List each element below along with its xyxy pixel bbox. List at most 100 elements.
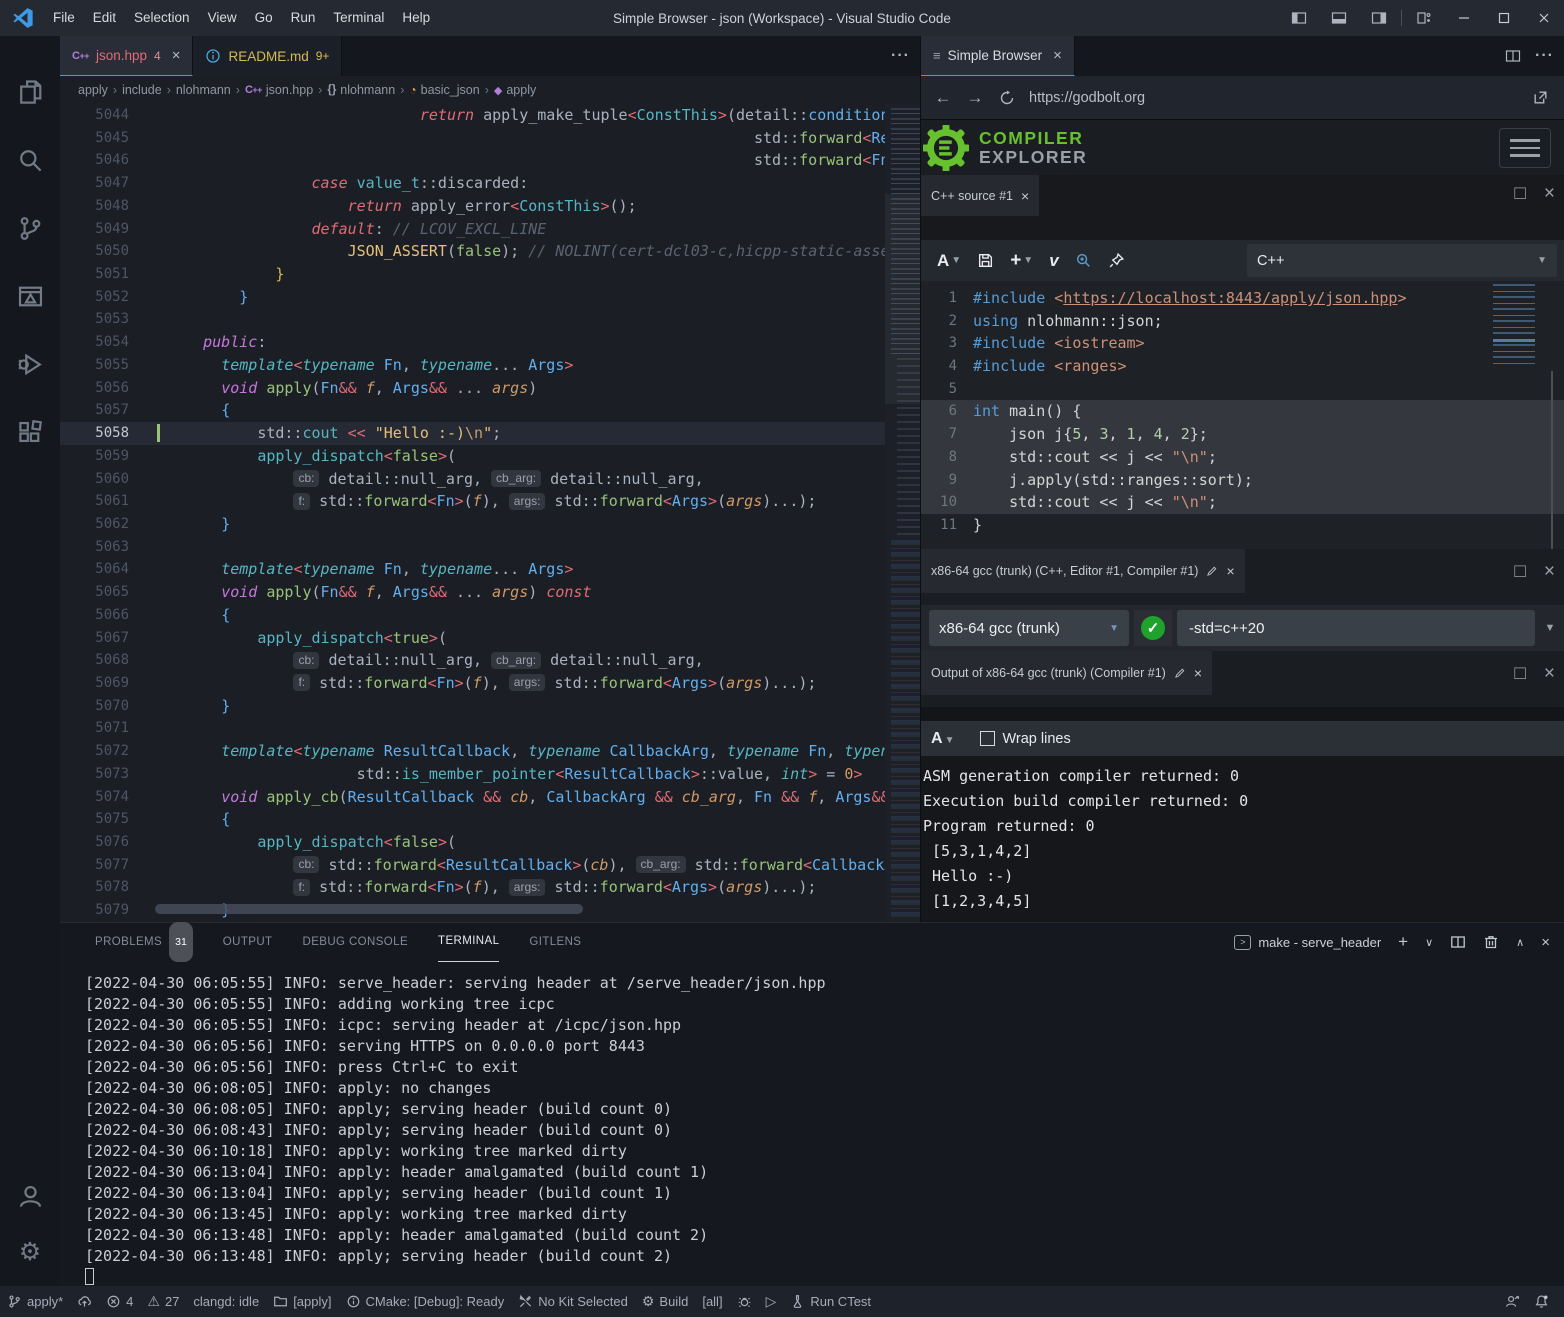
- maximize-pane-icon[interactable]: □: [1514, 663, 1525, 685]
- feedback-button[interactable]: [1498, 1286, 1527, 1317]
- close-icon[interactable]: ×: [1541, 934, 1550, 951]
- split-editor-icon[interactable]: [1505, 48, 1521, 64]
- code-line[interactable]: 5056 void apply(Fn&& f, Args&& ... args): [60, 377, 920, 400]
- code-line[interactable]: 5057 {: [60, 399, 920, 422]
- chevron-up-icon[interactable]: ∧: [1516, 936, 1524, 949]
- build-button[interactable]: ⚙Build: [635, 1286, 695, 1317]
- close-pane-icon[interactable]: ×: [1544, 561, 1555, 583]
- tab-readme-md[interactable]: README.md9+: [193, 36, 342, 76]
- code-line[interactable]: 5053: [60, 308, 920, 331]
- breadcrumb-item[interactable]: ◔basic_json: [409, 83, 479, 97]
- code-line[interactable]: 5078 f: std::forward<Fn>(f), args: std::…: [60, 876, 920, 899]
- code-line[interactable]: 5066 {: [60, 604, 920, 627]
- menu-selection[interactable]: Selection: [125, 0, 199, 36]
- code-line[interactable]: 5075 {: [60, 808, 920, 831]
- project-folder[interactable]: [apply]: [266, 1286, 338, 1317]
- wrap-lines-checkbox[interactable]: [980, 731, 995, 746]
- toggle-panel-icon[interactable]: [1319, 0, 1359, 36]
- compiler-explorer-logo[interactable]: COMPILER EXPLORER: [979, 129, 1087, 167]
- reload-icon[interactable]: [991, 90, 1023, 106]
- terminal-selector[interactable]: > make - serve_header: [1234, 935, 1381, 950]
- code-line[interactable]: 1#include <https://localhost:8443/apply/…: [921, 287, 1564, 310]
- code-line[interactable]: 5048 return apply_error<ConstThis>();: [60, 195, 920, 218]
- chevron-down-icon[interactable]: ▼: [1535, 622, 1564, 634]
- activity-settings-gear-icon[interactable]: ⚙: [0, 1224, 60, 1280]
- code-line[interactable]: 5051 }: [60, 263, 920, 286]
- panel-tab-terminal[interactable]: TERMINAL: [438, 922, 499, 962]
- close-tab-icon[interactable]: ×: [1194, 665, 1202, 681]
- build-target[interactable]: [all]: [695, 1286, 729, 1317]
- code-line[interactable]: 2using nlohmann::json;: [921, 310, 1564, 333]
- minimize-icon[interactable]: [1444, 0, 1484, 36]
- clangd-status[interactable]: clangd: idle: [186, 1286, 266, 1317]
- code-line[interactable]: 5052 }: [60, 286, 920, 309]
- code-line[interactable]: 7 json j{5, 3, 1, 4, 2};: [921, 423, 1564, 446]
- debug-button[interactable]: [730, 1286, 759, 1317]
- breadcrumb-item[interactable]: {}nlohmann: [327, 83, 395, 97]
- code-editor[interactable]: 5044 return apply_make_tuple<ConstThis>(…: [60, 104, 920, 922]
- minimap[interactable]: [885, 104, 920, 922]
- ctest-button[interactable]: Run CTest: [783, 1286, 878, 1317]
- code-line[interactable]: 3#include <iostream>: [921, 332, 1564, 355]
- code-line[interactable]: 5059 apply_dispatch<false>(: [60, 445, 920, 468]
- font-size-icon[interactable]: A▼: [937, 251, 961, 271]
- code-line[interactable]: 11}: [921, 514, 1564, 537]
- close-window-icon[interactable]: [1524, 0, 1564, 36]
- tab-simple-browser[interactable]: ≡ Simple Browser ×: [921, 36, 1075, 76]
- activity-source-control-icon[interactable]: [0, 194, 60, 262]
- pin-icon[interactable]: [1108, 252, 1125, 269]
- compiler-select[interactable]: x86-64 gcc (trunk) ▼: [929, 610, 1129, 646]
- forward-icon[interactable]: →: [959, 88, 991, 108]
- code-line[interactable]: 6int main() {: [921, 400, 1564, 423]
- close-tab-icon[interactable]: ×: [1226, 563, 1234, 579]
- close-pane-icon[interactable]: ×: [1544, 663, 1555, 685]
- launch-button[interactable]: ▷: [759, 1286, 784, 1317]
- code-line[interactable]: 5049 default: // LCOV_EXCL_LINE: [60, 218, 920, 241]
- activity-search-icon[interactable]: [0, 126, 60, 194]
- compiler-options-input[interactable]: -std=c++20: [1177, 610, 1535, 646]
- save-icon[interactable]: [977, 252, 994, 269]
- menu-run[interactable]: Run: [282, 0, 325, 36]
- panel-tab-output[interactable]: OUTPUT: [223, 922, 273, 962]
- edit-title-icon[interactable]: [1174, 667, 1186, 679]
- code-line[interactable]: 5069 f: std::forward<Fn>(f), args: std::…: [60, 672, 920, 695]
- open-external-icon[interactable]: [1524, 89, 1556, 106]
- breadcrumb-item[interactable]: apply: [78, 83, 108, 97]
- close-tab-icon[interactable]: ×: [172, 47, 181, 64]
- code-line[interactable]: 5058 std::cout << "Hello :-)\n";: [60, 422, 920, 445]
- activity-run-debug-icon[interactable]: [0, 330, 60, 398]
- close-tab-icon[interactable]: ×: [1021, 188, 1029, 204]
- zoom-icon[interactable]: [1075, 252, 1092, 269]
- url-input[interactable]: https://godbolt.org: [1029, 90, 1524, 106]
- warnings-count[interactable]: ⚠27: [140, 1286, 186, 1317]
- horizontal-scrollbar[interactable]: [155, 904, 583, 914]
- edit-title-icon[interactable]: [1206, 565, 1218, 577]
- panel-tab-debug-console[interactable]: DEBUG CONSOLE: [302, 922, 408, 962]
- code-line[interactable]: 5044 return apply_make_tuple<ConstThis>(…: [60, 104, 920, 127]
- panel-tab-gitlens[interactable]: GITLENS: [529, 922, 581, 962]
- activity-extensions-icon[interactable]: [0, 398, 60, 466]
- breadcrumb-item[interactable]: include: [122, 83, 162, 97]
- chevron-down-icon[interactable]: ∨: [1425, 936, 1433, 949]
- sync-button[interactable]: [70, 1286, 99, 1317]
- code-line[interactable]: 5068 cb: detail::null_arg, cb_arg: detai…: [60, 649, 920, 672]
- code-line[interactable]: 5054 public:: [60, 331, 920, 354]
- toggle-sidebar-icon[interactable]: [1279, 0, 1319, 36]
- code-line[interactable]: 8 std::cout << j << "\n";: [921, 446, 1564, 469]
- hamburger-menu-icon[interactable]: [1499, 128, 1551, 168]
- kit-selection[interactable]: No Kit Selected: [511, 1286, 635, 1317]
- close-pane-icon[interactable]: ×: [1544, 183, 1555, 205]
- menu-help[interactable]: Help: [393, 0, 439, 36]
- menu-edit[interactable]: Edit: [84, 0, 125, 36]
- menu-terminal[interactable]: Terminal: [324, 0, 393, 36]
- maximize-pane-icon[interactable]: □: [1514, 183, 1525, 205]
- code-line[interactable]: 5072 template<typename ResultCallback, t…: [60, 740, 920, 763]
- code-line[interactable]: 4#include <ranges>: [921, 355, 1564, 378]
- breadcrumb-item[interactable]: C++json.hpp: [245, 83, 313, 97]
- code-line[interactable]: 9 j.apply(std::ranges::sort);: [921, 469, 1564, 492]
- vim-icon[interactable]: v: [1049, 251, 1058, 271]
- code-line[interactable]: 5050 JSON_ASSERT(false); // NOLINT(cert-…: [60, 240, 920, 263]
- code-line[interactable]: 5046 std::forward<Fn>(f));: [60, 149, 920, 172]
- menu-go[interactable]: Go: [246, 0, 282, 36]
- code-line[interactable]: 5055 template<typename Fn, typename... A…: [60, 354, 920, 377]
